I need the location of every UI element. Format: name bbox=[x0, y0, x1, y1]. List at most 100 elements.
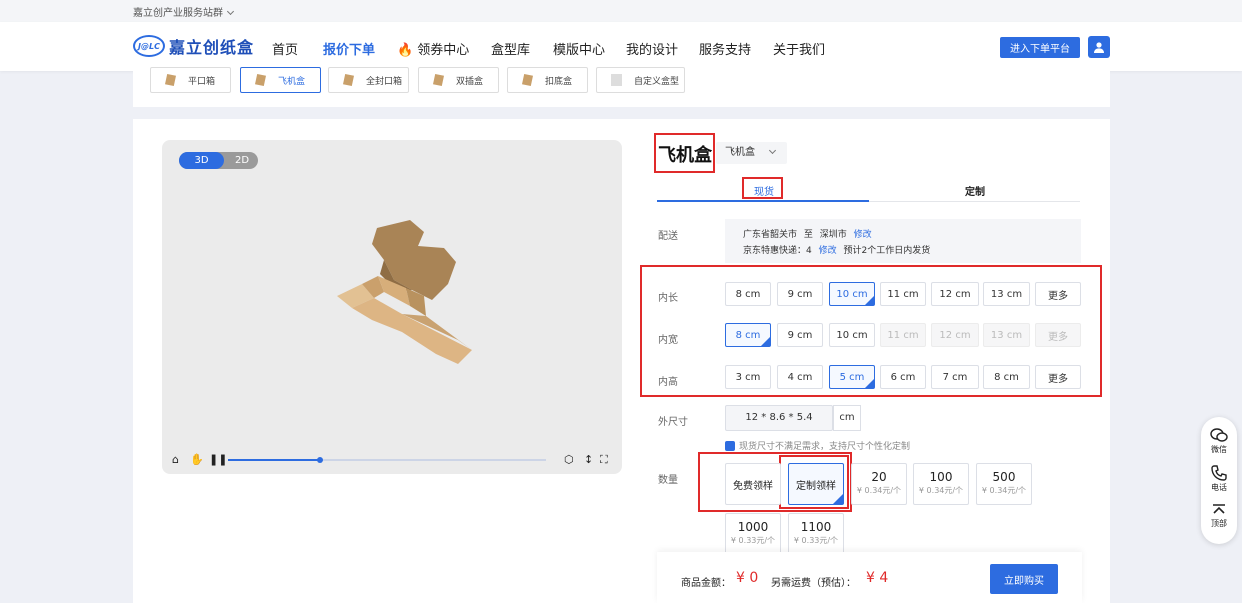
chevron-down-icon bbox=[226, 7, 235, 16]
nav-about[interactable]: 关于我们 bbox=[773, 39, 825, 58]
category-sealed-box[interactable]: 全封口箱 bbox=[328, 67, 409, 93]
custom-size-hint[interactable]: 现货尺寸不满足需求，支持尺寸个性化定制 bbox=[725, 439, 910, 452]
progress-knob[interactable] bbox=[317, 457, 324, 463]
home-icon[interactable]: ⌂ bbox=[172, 453, 179, 466]
category-custom-box[interactable]: 自定义盒型 bbox=[596, 67, 685, 93]
delivery-info: 广东省韶关市 至 深圳市 修改 京东特惠快递：4 修改 预计2个工作日内发货 bbox=[725, 219, 1081, 263]
category-tuck-box[interactable]: 双插盒 bbox=[418, 67, 499, 93]
phone-label: 电话 bbox=[1211, 483, 1227, 492]
goods-amount-value: ¥ 0 bbox=[736, 570, 759, 586]
size-option-height[interactable]: 3 cm bbox=[725, 365, 771, 389]
tab-divider bbox=[869, 201, 1080, 202]
size-option-width[interactable]: 9 cm bbox=[777, 323, 823, 347]
outer-size-label: 外尺寸 bbox=[658, 417, 688, 428]
quantity-option[interactable]: 20 ¥ 0.34元/个 bbox=[851, 463, 907, 505]
nav-my-designs[interactable]: 我的设计 bbox=[626, 39, 678, 58]
size-option-height[interactable]: 更多 bbox=[1035, 365, 1081, 389]
size-option-width[interactable]: 10 cm bbox=[829, 323, 875, 347]
free-sample-option[interactable]: 免费领样 bbox=[725, 463, 781, 505]
category-flat-box[interactable]: 平口箱 bbox=[150, 67, 231, 93]
quantity-option[interactable]: 500 ¥ 0.34元/个 bbox=[976, 463, 1032, 505]
box-model-render[interactable] bbox=[332, 220, 482, 380]
size-option-length[interactable]: 更多 bbox=[1035, 282, 1081, 306]
phone-icon bbox=[1211, 465, 1227, 481]
category-lock-bottom-box[interactable]: 扣底盒 bbox=[507, 67, 588, 93]
animation-progress-bar[interactable] bbox=[228, 457, 546, 463]
size-option-length[interactable]: 11 cm bbox=[880, 282, 926, 306]
size-option-length[interactable]: 13 cm bbox=[983, 282, 1030, 306]
delivery-from: 广东省韶关市 bbox=[743, 230, 798, 240]
order-summary-bar: 商品金额： ¥ 0 另需运费（预估）： ¥ 4 立即购买 bbox=[657, 552, 1082, 603]
size-option-length[interactable]: 9 cm bbox=[777, 282, 823, 306]
size-option-length[interactable]: 10 cm bbox=[829, 282, 875, 306]
user-button[interactable] bbox=[1088, 36, 1110, 58]
category-label: 飞机盒 bbox=[278, 76, 306, 87]
edit-address-link[interactable]: 修改 bbox=[854, 230, 872, 240]
outer-size-field: 12 * 8.6 * 5.4 bbox=[725, 405, 833, 431]
size-option-width: 更多 bbox=[1035, 323, 1081, 347]
express-info: 京东特惠快递：4 bbox=[743, 246, 812, 256]
size-option-height[interactable]: 7 cm bbox=[931, 365, 979, 389]
quantity-option[interactable]: 100 ¥ 0.34元/个 bbox=[913, 463, 969, 505]
site-group-label: 嘉立创产业服务站群 bbox=[133, 8, 223, 19]
goods-amount-label: 商品金额： bbox=[681, 578, 731, 589]
nav-box-library[interactable]: 盒型库 bbox=[491, 39, 530, 58]
progress-fill bbox=[228, 459, 321, 461]
enter-order-platform-button[interactable]: 进入下单平台 bbox=[1000, 37, 1080, 58]
inner-length-label: 内长 bbox=[658, 293, 678, 304]
view-mode-toggle[interactable]: 3D 2D bbox=[179, 152, 258, 169]
size-option-width[interactable]: 8 cm bbox=[725, 323, 771, 347]
size-option-height[interactable]: 5 cm bbox=[829, 365, 875, 389]
delivery-express: 京东特惠快递：4 修改 预计2个工作日内发货 bbox=[743, 243, 1081, 259]
size-option-length[interactable]: 8 cm bbox=[725, 282, 771, 306]
quantity-amount: 1000 bbox=[737, 520, 769, 534]
unit-price: ¥ 0.34元/个 bbox=[856, 486, 902, 495]
quantity-option[interactable]: 1000 ¥ 0.33元/个 bbox=[725, 513, 781, 555]
size-option-height[interactable]: 8 cm bbox=[983, 365, 1030, 389]
box-icon bbox=[255, 74, 266, 86]
size-option-height[interactable]: 6 cm bbox=[880, 365, 926, 389]
wechat-icon bbox=[1210, 428, 1228, 442]
nav-home[interactable]: 首页 bbox=[272, 39, 298, 58]
toggle-3d[interactable]: 3D bbox=[179, 152, 224, 169]
unit-price: ¥ 0.33元/个 bbox=[730, 536, 776, 545]
wechat-contact[interactable]: 微信 bbox=[1201, 427, 1237, 455]
delivery-to-word: 至 bbox=[803, 230, 813, 240]
highlight-box-title bbox=[654, 133, 715, 173]
nav-coupons[interactable]: 🔥 领券中心 bbox=[397, 39, 469, 58]
quantity-option[interactable]: 1100 ¥ 0.33元/个 bbox=[788, 513, 844, 555]
cube-icon[interactable]: ⬡ bbox=[564, 453, 574, 466]
box-3d-viewer[interactable]: 3D 2D ⌂ ✋ ❚❚ ⬡ ↕ ⛶ bbox=[162, 140, 622, 474]
custom-sample-option[interactable]: 定制领样 bbox=[788, 463, 844, 505]
nav-template-center[interactable]: 模版中心 bbox=[553, 39, 605, 58]
logo[interactable]: J@LC 嘉立创纸盒 bbox=[133, 34, 254, 58]
size-option-width: 11 cm bbox=[880, 323, 926, 347]
flame-icon: 🔥 bbox=[397, 43, 414, 58]
edit-express-link[interactable]: 修改 bbox=[819, 246, 837, 256]
size-option-length[interactable]: 12 cm bbox=[931, 282, 979, 306]
back-to-top[interactable]: 顶部 bbox=[1201, 503, 1237, 529]
toggle-2d[interactable]: 2D bbox=[227, 152, 257, 169]
nav-support[interactable]: 服务支持 bbox=[699, 39, 751, 58]
phone-contact[interactable]: 电话 bbox=[1201, 465, 1237, 493]
arrows-vertical-icon[interactable]: ↕ bbox=[584, 453, 593, 466]
back-to-top-label: 顶部 bbox=[1211, 519, 1227, 528]
pause-icon[interactable]: ❚❚ bbox=[209, 453, 227, 466]
category-label: 自定义盒型 bbox=[634, 76, 680, 87]
box-type-select[interactable]: 飞机盒 bbox=[716, 142, 787, 164]
hand-icon[interactable]: ✋ bbox=[190, 453, 204, 466]
buy-now-button[interactable]: 立即购买 bbox=[990, 564, 1058, 594]
shipping-estimate-label: 另需运费（预估）： bbox=[771, 578, 856, 589]
box-icon bbox=[343, 74, 354, 86]
size-option-width: 12 cm bbox=[931, 323, 979, 347]
size-option-width: 13 cm bbox=[983, 323, 1030, 347]
animation-controls: ⌂ ✋ ❚❚ ⬡ ↕ ⛶ bbox=[172, 453, 612, 467]
tab-custom[interactable]: 定制 bbox=[965, 183, 985, 198]
site-group-dropdown[interactable]: 嘉立创产业服务站群 bbox=[133, 4, 235, 19]
fullscreen-icon[interactable]: ⛶ bbox=[600, 453, 608, 467]
category-mailer-box[interactable]: 飞机盒 bbox=[240, 67, 321, 93]
size-option-height[interactable]: 4 cm bbox=[777, 365, 823, 389]
customize-icon bbox=[725, 440, 735, 451]
nav-quote-order[interactable]: 报价下单 bbox=[323, 39, 375, 58]
box-icon bbox=[522, 74, 533, 86]
